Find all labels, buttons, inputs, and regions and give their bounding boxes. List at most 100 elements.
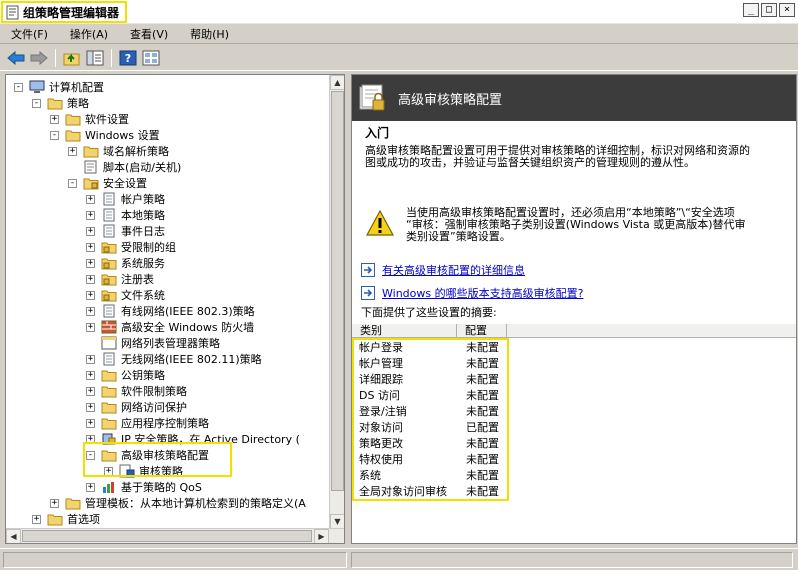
tree-node[interactable]: + 有线网络(IEEE 802.3)策略 xyxy=(86,303,255,319)
expand-toggle[interactable]: + xyxy=(86,402,95,412)
help-button[interactable]: ? xyxy=(118,48,138,68)
tree-node[interactable]: + 本地策略 xyxy=(86,207,165,223)
status-segment-left xyxy=(3,552,347,568)
tree-node[interactable]: - 计算机配置 xyxy=(14,79,104,95)
expand-toggle[interactable]: + xyxy=(86,386,95,396)
collapse-toggle[interactable]: - xyxy=(32,98,41,108)
maximize-button[interactable]: □ xyxy=(761,3,777,17)
expand-toggle[interactable]: + xyxy=(86,274,95,284)
up-folder-icon xyxy=(63,53,80,65)
menu-view[interactable]: 查看(V) xyxy=(119,26,179,42)
back-button[interactable] xyxy=(6,48,26,68)
expand-toggle[interactable]: + xyxy=(86,210,95,220)
properties-icon xyxy=(142,50,160,65)
tree-node[interactable]: - Windows 设置 xyxy=(50,127,160,143)
tree-node[interactable]: + 域名解析策略 xyxy=(68,143,169,159)
scroll-right-button[interactable]: ▶ xyxy=(314,529,329,543)
tree-node[interactable]: + 管理模板：从本地计算机检索到的策略定义(A xyxy=(50,495,306,511)
column-config[interactable]: 配置 xyxy=(457,324,507,338)
collapse-toggle[interactable]: - xyxy=(14,82,23,92)
tree-highlight-box xyxy=(83,442,232,477)
warning-icon xyxy=(365,209,395,236)
detail-pane: 高级审核策略配置 入门 高级审核策略配置设置可用于提供对审核策略的详细控制，标识… xyxy=(351,74,797,544)
tree-node[interactable]: + 事件日志 xyxy=(86,223,165,239)
up-button[interactable] xyxy=(62,48,82,68)
back-icon xyxy=(7,50,25,65)
tree-node[interactable]: + 应用程序控制策略 xyxy=(86,415,209,431)
expand-toggle[interactable]: + xyxy=(86,242,95,252)
properties-button[interactable] xyxy=(141,48,161,68)
hscroll-thumb[interactable] xyxy=(22,530,312,542)
link-row-versions[interactable]: Windows 的哪些版本支持高级审核配置? xyxy=(361,285,583,301)
detail-title: 高级审核策略配置 xyxy=(398,93,503,108)
link-row-details[interactable]: 有关高级审核配置的详细信息 xyxy=(361,262,525,278)
tree-node[interactable]: + 基于策略的 QoS xyxy=(86,479,202,495)
expand-toggle[interactable]: + xyxy=(86,306,95,316)
tree-pane[interactable]: - 计算机配置 - 策略 + 软件设置 - Windows 设置 + 域名解析策略 脚本(启动/关机… xyxy=(5,74,345,544)
tree-node[interactable]: + 文件系统 xyxy=(86,287,165,303)
tree-node[interactable]: 脚本(启动/关机) xyxy=(68,159,181,175)
scroll-down-button[interactable]: ▼ xyxy=(330,514,344,529)
scroll-thumb[interactable] xyxy=(331,91,344,491)
status-bar xyxy=(0,548,798,570)
column-category[interactable]: 类别 xyxy=(352,324,457,338)
expand-toggle[interactable]: + xyxy=(86,226,95,236)
tree-node[interactable]: + 注册表 xyxy=(86,271,154,287)
doc-icon xyxy=(101,352,117,366)
menu-help[interactable]: 帮助(H) xyxy=(179,26,240,42)
status-segment-right xyxy=(351,552,793,568)
expand-toggle[interactable]: + xyxy=(50,114,59,124)
tree-horizontal-scrollbar[interactable]: ◀ ▶ xyxy=(6,528,344,543)
expand-toggle[interactable]: + xyxy=(86,194,95,204)
tree-node[interactable]: + 首选项 xyxy=(32,511,100,527)
tree-node-label: 基于策略的 QoS xyxy=(121,481,202,494)
collapse-toggle[interactable]: - xyxy=(50,130,59,140)
tree-node[interactable]: + 帐户策略 xyxy=(86,191,165,207)
tree-node[interactable]: + 公钥策略 xyxy=(86,367,165,383)
expand-toggle[interactable]: + xyxy=(86,418,95,428)
expand-toggle[interactable]: + xyxy=(86,370,95,380)
details-link[interactable]: 有关高级审核配置的详细信息 xyxy=(382,262,525,278)
doc-icon xyxy=(101,208,117,222)
scroll-left-button[interactable]: ◀ xyxy=(6,529,21,543)
lockfolder-icon xyxy=(101,240,117,254)
folder-icon xyxy=(101,368,117,382)
audit-policy-icon xyxy=(359,84,385,111)
tree-node-label: 网络列表管理器策略 xyxy=(121,337,220,350)
show-tree-button[interactable] xyxy=(85,48,105,68)
tree-node[interactable]: 网络列表管理器策略 xyxy=(86,335,220,351)
expand-toggle[interactable]: + xyxy=(32,514,41,524)
toolbar-separator xyxy=(55,48,56,67)
expand-toggle[interactable]: + xyxy=(50,498,59,508)
minimize-button[interactable]: _ xyxy=(743,3,759,17)
tree-node-label: 无线网络(IEEE 802.11)策略 xyxy=(121,353,262,366)
tree-node[interactable]: - 策略 xyxy=(32,95,89,111)
expand-toggle[interactable]: + xyxy=(68,146,77,156)
menu-file[interactable]: 文件(F) xyxy=(0,26,59,42)
tree-node[interactable]: + 受限制的组 xyxy=(86,239,176,255)
policy-editor-icon xyxy=(6,5,19,19)
expand-toggle[interactable]: + xyxy=(86,354,95,364)
expand-toggle[interactable]: + xyxy=(86,258,95,268)
tree-node[interactable]: + 网络访问保护 xyxy=(86,399,187,415)
expand-toggle[interactable]: + xyxy=(86,482,95,492)
title-bar[interactable]: 组策略管理编辑器 _ □ × xyxy=(0,0,798,24)
tree-node[interactable]: - 安全设置 xyxy=(68,175,147,191)
tree-node-label: 帐户策略 xyxy=(121,193,165,206)
help-icon: ? xyxy=(119,50,137,65)
firewall-icon xyxy=(101,320,117,334)
expand-toggle[interactable]: + xyxy=(86,322,95,332)
tree-node[interactable]: + 无线网络(IEEE 802.11)策略 xyxy=(86,351,262,367)
forward-button[interactable] xyxy=(29,48,49,68)
tree-vertical-scrollbar[interactable]: ▲ ▼ xyxy=(329,75,344,529)
tree-node[interactable]: + 高级安全 Windows 防火墙 xyxy=(86,319,254,335)
tree-node[interactable]: + 系统服务 xyxy=(86,255,165,271)
collapse-toggle[interactable]: - xyxy=(68,178,77,188)
menu-action[interactable]: 操作(A) xyxy=(59,26,119,42)
scroll-up-button[interactable]: ▲ xyxy=(330,75,344,90)
tree-node[interactable]: + 软件限制策略 xyxy=(86,383,187,399)
tree-node[interactable]: + 软件设置 xyxy=(50,111,129,127)
expand-toggle[interactable]: + xyxy=(86,290,95,300)
versions-link[interactable]: Windows 的哪些版本支持高级审核配置? xyxy=(382,285,583,301)
close-button[interactable]: × xyxy=(779,3,795,17)
